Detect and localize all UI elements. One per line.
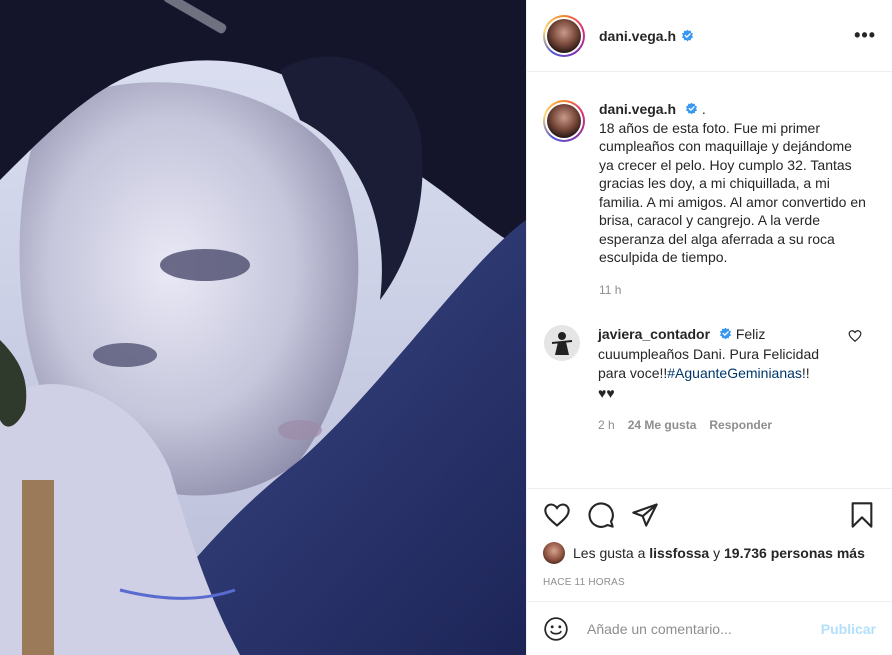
caption-text: 18 años de esta foto. Fue mi primer cump… xyxy=(599,119,866,266)
comment-item: javiera_contador Feliz cuuumpleaños Dani… xyxy=(543,325,876,436)
comment-time[interactable]: 2 h xyxy=(598,416,615,436)
likes-prefix: Les gusta a xyxy=(573,545,646,561)
save-icon[interactable] xyxy=(848,501,876,529)
comment-body: javiera_contador Feliz cuuumpleaños Dani… xyxy=(598,325,828,436)
comment-likes[interactable]: 24 Me gusta xyxy=(628,416,697,436)
comments-section: dani.vega.h . 18 años de esta foto. Fue … xyxy=(527,73,892,483)
comment-icon[interactable] xyxy=(587,501,615,529)
add-comment-bar: Publicar xyxy=(527,601,892,655)
verified-icon xyxy=(685,102,697,115)
author-username[interactable]: dani.vega.h xyxy=(599,28,676,44)
more-options-icon[interactable]: ••• xyxy=(854,25,876,46)
comment-heart-icon[interactable] xyxy=(848,329,862,343)
caption-time[interactable]: 11 h xyxy=(599,281,869,300)
post-photo[interactable] xyxy=(0,0,526,655)
verified-icon xyxy=(719,327,731,340)
commenter-username[interactable]: javiera_contador xyxy=(598,326,710,342)
comment-input[interactable] xyxy=(587,620,821,637)
caption: dani.vega.h . 18 años de esta foto. Fue … xyxy=(543,73,876,299)
post-actions: Les gusta a lissfossa y 19.736 personas … xyxy=(527,488,892,588)
caption-suffix: . xyxy=(701,101,706,117)
liker-username[interactable]: lissfossa xyxy=(649,545,709,561)
comment-meta: 2 h 24 Me gusta Responder xyxy=(598,416,828,436)
author-avatar[interactable] xyxy=(543,14,585,57)
post-details-panel: dani.vega.h ••• dani.vega.h . 18 años de… xyxy=(526,0,892,655)
caption-username[interactable]: dani.vega.h xyxy=(599,101,676,117)
post-header: dani.vega.h ••• xyxy=(527,0,892,72)
emoji-icon[interactable] xyxy=(543,616,569,642)
caption-body: dani.vega.h . 18 años de esta foto. Fue … xyxy=(599,100,869,299)
action-icons-row xyxy=(543,489,876,541)
caption-author-avatar[interactable] xyxy=(543,100,585,142)
likes-middle: y xyxy=(713,545,721,561)
reply-button[interactable]: Responder xyxy=(709,416,772,436)
likes-count[interactable]: 19.736 personas más xyxy=(724,545,865,561)
share-icon[interactable] xyxy=(631,501,659,529)
heart-icon[interactable] xyxy=(543,501,571,529)
commenter-avatar[interactable] xyxy=(544,325,580,361)
liker-avatar[interactable] xyxy=(543,542,565,564)
posted-time[interactable]: HACE 11 HORAS xyxy=(543,577,876,588)
likes-summary: Les gusta a lissfossa y 19.736 personas … xyxy=(543,541,876,565)
comment-hashtag[interactable]: #AguanteGeminianas xyxy=(667,365,802,381)
post-photo-illustration xyxy=(0,0,526,655)
publish-button[interactable]: Publicar xyxy=(821,621,876,637)
verified-icon xyxy=(682,29,694,42)
